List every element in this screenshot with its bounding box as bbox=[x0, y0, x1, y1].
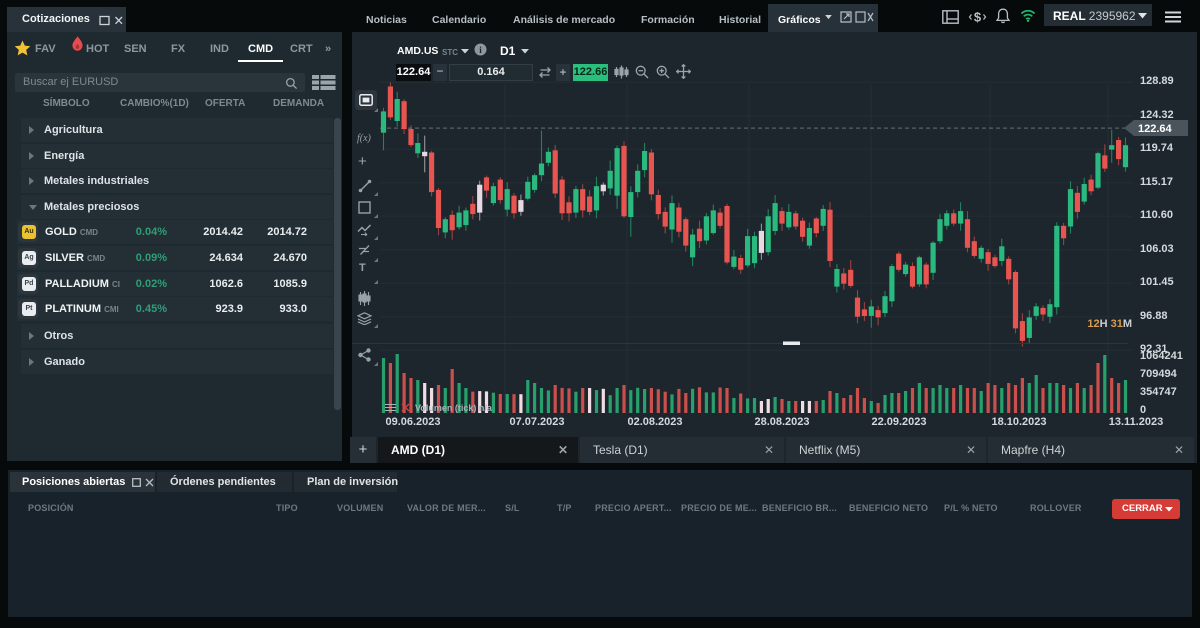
svg-text:122.64: 122.64 bbox=[1138, 123, 1173, 135]
svg-text:$: $ bbox=[974, 10, 982, 25]
